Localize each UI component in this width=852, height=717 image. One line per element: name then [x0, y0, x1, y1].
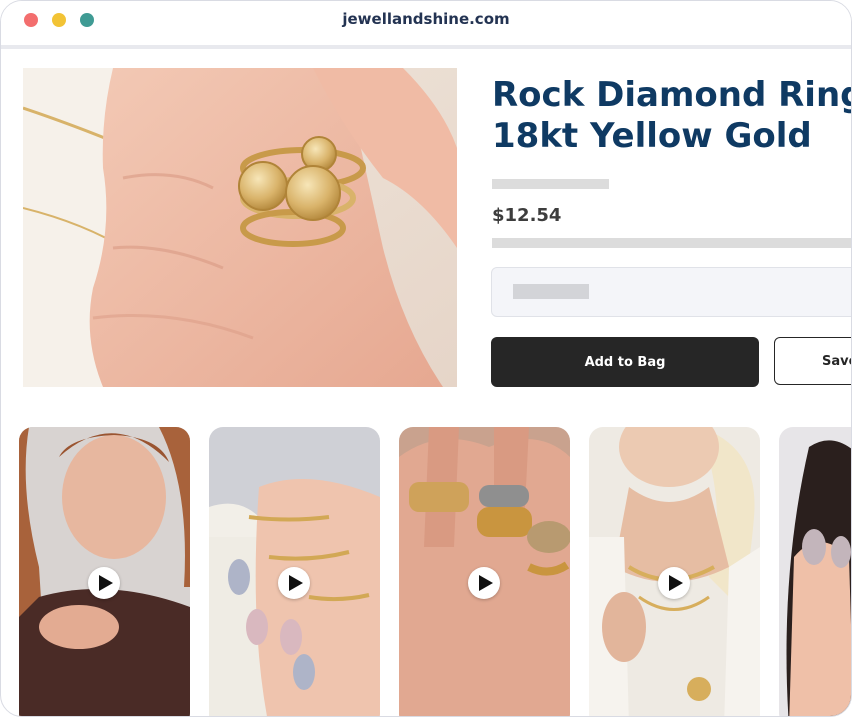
browser-titlebar: jewellandshine.com — [1, 1, 851, 49]
add-to-bag-button[interactable]: Add to Bag — [491, 337, 759, 387]
play-icon[interactable] — [88, 567, 120, 599]
save-button[interactable]: Save — [774, 337, 851, 385]
product-title: Rock Diamond Ring 18kt Yellow Gold — [492, 75, 852, 157]
description-placeholder — [492, 238, 851, 248]
video-card-2[interactable] — [209, 427, 380, 716]
play-icon[interactable] — [468, 567, 500, 599]
variant-select-placeholder — [513, 284, 589, 299]
product-title-line-2: 18kt Yellow Gold — [492, 116, 812, 156]
video-card-4[interactable] — [589, 427, 760, 716]
address-bar-url[interactable]: jewellandshine.com — [1, 10, 851, 28]
product-price: $12.54 — [492, 205, 562, 226]
video-card-3[interactable] — [399, 427, 570, 716]
video-card-5[interactable] — [779, 427, 851, 716]
browser-window: jewellandshine.com Rock Diamond Ring 18k… — [0, 0, 852, 717]
variant-select[interactable] — [491, 267, 851, 317]
product-hero-image — [23, 68, 457, 387]
play-icon[interactable] — [278, 567, 310, 599]
rating-placeholder — [492, 179, 609, 189]
video-card-1[interactable] — [19, 427, 190, 716]
product-title-line-1: Rock Diamond Ring — [492, 75, 852, 115]
play-icon[interactable] — [658, 567, 690, 599]
